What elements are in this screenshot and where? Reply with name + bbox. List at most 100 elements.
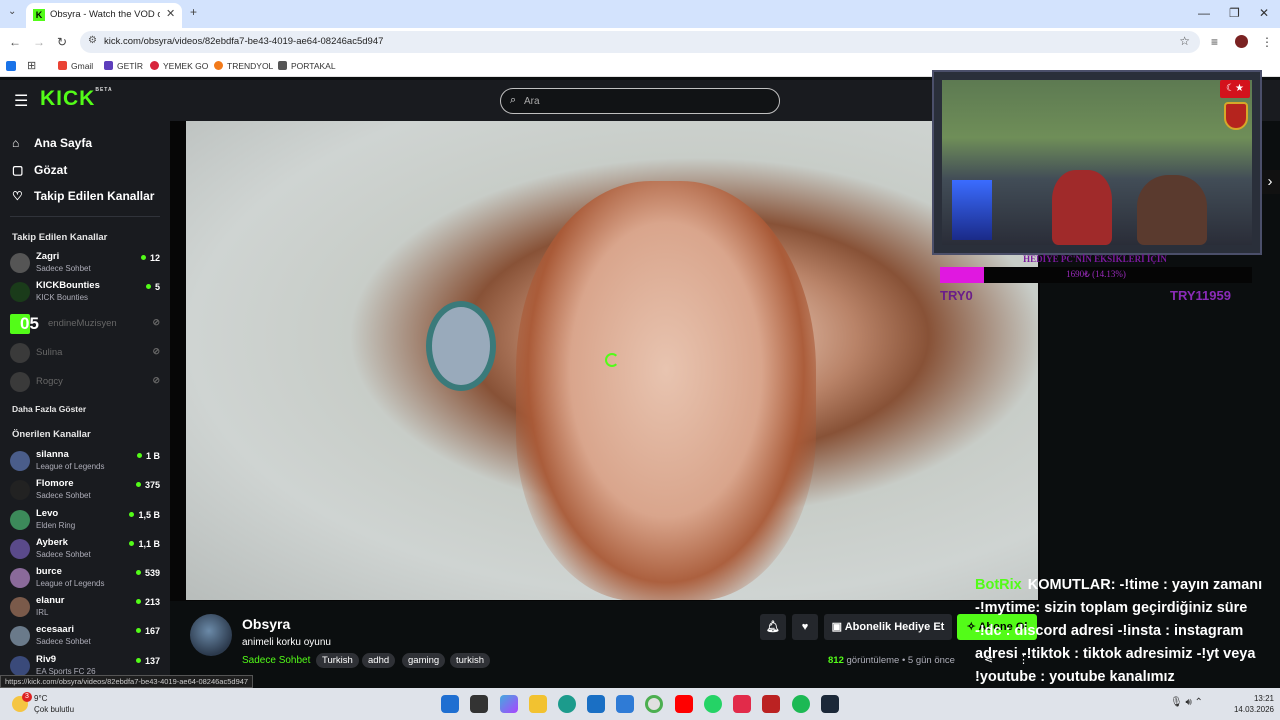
channel-category: Sadece Sohbet xyxy=(36,264,91,273)
goal-progress-bar: 1690₺ (14.13%) xyxy=(940,267,1252,283)
channel-name: Flomore xyxy=(36,478,74,489)
tag[interactable]: gaming xyxy=(402,653,446,668)
restore-icon[interactable]: ❐ xyxy=(1229,6,1240,20)
voicemeeter-icon[interactable] xyxy=(762,695,780,713)
avatar xyxy=(10,568,30,588)
channel-name: silanna xyxy=(36,449,69,460)
bookmark-getir[interactable]: GETİR xyxy=(104,61,143,71)
whatsapp-icon[interactable] xyxy=(704,695,722,713)
steam-icon[interactable] xyxy=(821,695,839,713)
following-channel[interactable]: Rogcy ⊘ xyxy=(10,369,162,397)
webcam-feed xyxy=(942,80,1252,245)
store-icon[interactable] xyxy=(587,695,605,713)
bookmark-yemekgo[interactable]: YEMEK GO xyxy=(150,61,208,71)
tab-title: Obsyra - Watch the VOD on Kick xyxy=(50,9,160,20)
new-tab-icon[interactable]: + xyxy=(190,5,197,19)
viewer-count: 5 xyxy=(145,282,160,292)
reload-icon[interactable]: ↻ xyxy=(57,35,67,49)
yemekgo-icon xyxy=(150,61,159,70)
browser-toolbar: ← → ↻ ⚙ kick.com/obsyra/videos/82ebdfa7-… xyxy=(0,28,1280,56)
tab-list-icon[interactable]: ⌄ xyxy=(8,6,16,17)
avatar xyxy=(10,480,30,500)
back-icon[interactable]: ← xyxy=(9,35,21,49)
bookmark-gmail[interactable]: Gmail xyxy=(58,61,93,71)
recommended-channel[interactable]: Flomore Sadece Sohbet 375 xyxy=(10,477,162,505)
follow-button[interactable]: ♥ xyxy=(792,614,818,640)
channel-name: KICKBounties xyxy=(36,280,100,291)
next-arrow-icon[interactable]: › xyxy=(1260,170,1280,194)
streamer-name[interactable]: Obsyra xyxy=(242,616,290,632)
nav-following[interactable]: ♡ Takip Edilen Kanallar xyxy=(12,189,154,203)
clock[interactable]: 13:21 14.03.2026 xyxy=(1218,693,1274,715)
kick-logo[interactable]: KICKBETA xyxy=(40,87,113,111)
nav-home[interactable]: ⌂ Ana Sayfa xyxy=(12,136,92,150)
channel-name: ecesaari xyxy=(36,624,75,635)
avatar xyxy=(10,656,30,676)
recommended-channel[interactable]: silanna League of Legends 1 B xyxy=(10,448,162,476)
system-tray[interactable]: 🎙︎ 🔊︎ ⌃ xyxy=(1170,697,1203,708)
browser-tab[interactable]: K Obsyra - Watch the VOD on Kick ✕ xyxy=(26,3,182,28)
channel-name: Sulina xyxy=(36,347,63,358)
gift-subscription-button[interactable]: ▣ Abonelik Hediye Et xyxy=(824,614,952,640)
start-icon[interactable] xyxy=(441,695,459,713)
channel-category: League of Legends xyxy=(36,462,105,471)
viewer-count: 167 xyxy=(135,626,160,636)
address-bar[interactable]: ⚙ kick.com/obsyra/videos/82ebdfa7-be43-4… xyxy=(80,31,1200,53)
recommended-channel[interactable]: burce League of Legends 539 xyxy=(10,565,162,593)
following-channel[interactable]: Zagri Sadece Sohbet 12 xyxy=(10,250,162,278)
chrome-icon[interactable] xyxy=(645,695,663,713)
profile-avatar[interactable] xyxy=(1235,35,1248,48)
copilot-icon[interactable] xyxy=(500,695,518,713)
tag[interactable]: adhd xyxy=(362,653,396,668)
viewer-count: 539 xyxy=(135,568,160,578)
apps-grid-icon[interactable]: ⊞ xyxy=(27,59,36,72)
bookmark-star-icon[interactable]: ☆ xyxy=(1179,34,1190,48)
portakal-icon xyxy=(278,61,287,70)
youtube-icon[interactable] xyxy=(675,695,693,713)
following-channel[interactable]: KICKBounties KICK Bounties 5 xyxy=(10,279,162,307)
channel-name: endineMuzisyen xyxy=(48,318,117,329)
recommended-channel[interactable]: Levo Elden Ring 1,5 B xyxy=(10,507,162,535)
sidebar: ⌂ Ana Sayfa ▢ Gözat ♡ Takip Edilen Kanallar… xyxy=(0,121,170,688)
bookmark-app-icon[interactable] xyxy=(6,61,16,71)
app-icon[interactable] xyxy=(733,695,751,713)
bookmark-trendyol[interactable]: TRENDYOL xyxy=(214,61,273,71)
tag[interactable]: turkish xyxy=(450,653,490,668)
edge-icon[interactable] xyxy=(558,695,576,713)
media-control-icon[interactable]: ≡ xyxy=(1211,35,1218,49)
search-input[interactable]: ⌕ Ara xyxy=(500,88,780,114)
tag[interactable]: Turkish xyxy=(316,653,359,668)
taskbar: 3 9°C Çok bulutlu 🎙︎ 🔊︎ ⌃ 13:21 14.03.202… xyxy=(0,688,1280,720)
channel-name: burce xyxy=(36,566,62,577)
site-info-icon[interactable]: ⚙ xyxy=(88,35,97,46)
url-text: kick.com/obsyra/videos/82ebdfa7-be43-401… xyxy=(104,36,384,47)
task-view-icon[interactable] xyxy=(470,695,488,713)
stream-category[interactable]: Sadece Sohbet xyxy=(242,655,310,666)
recommended-channel[interactable]: ecesaari Sadece Sohbet 167 xyxy=(10,623,162,651)
tab-close-icon[interactable]: ✕ xyxy=(166,7,175,20)
view-stats: 812 görüntüleme • 5 gün önce xyxy=(828,655,955,666)
close-window-icon[interactable]: ✕ xyxy=(1259,6,1269,20)
channel-category: KICK Bounties xyxy=(36,293,89,302)
notification-bell-button[interactable]: 🔔︎ xyxy=(760,614,786,640)
avatar xyxy=(10,282,30,302)
show-more-link[interactable]: Daha Fazla Göster xyxy=(12,404,86,414)
bell-icon: 🔔︎ xyxy=(766,621,780,633)
browser-menu-icon[interactable]: ⋮ xyxy=(1261,35,1273,49)
file-explorer-icon[interactable] xyxy=(529,695,547,713)
following-channel[interactable]: 05 endineMuzisyen ⊘ xyxy=(10,311,162,339)
spotify-icon[interactable] xyxy=(792,695,810,713)
chat-username[interactable]: BotRix xyxy=(975,577,1022,593)
following-channel[interactable]: Sulina ⊘ xyxy=(10,340,162,368)
nav-browse[interactable]: ▢ Gözat xyxy=(12,163,67,177)
bookmark-portakal[interactable]: PORTAKAL xyxy=(278,61,336,71)
outlook-icon[interactable] xyxy=(616,695,634,713)
hamburger-menu-icon[interactable]: ☰ xyxy=(14,91,28,111)
minimize-icon[interactable]: — xyxy=(1198,6,1210,20)
streamer-avatar[interactable] xyxy=(190,614,232,656)
viewer-count: 1,1 B xyxy=(129,539,160,549)
recommended-channel[interactable]: elanur IRL 213 xyxy=(10,594,162,622)
live-dot-icon xyxy=(129,512,135,517)
forward-icon[interactable]: → xyxy=(33,35,45,49)
recommended-channel[interactable]: Ayberk Sadece Sohbet 1,1 B xyxy=(10,536,162,564)
